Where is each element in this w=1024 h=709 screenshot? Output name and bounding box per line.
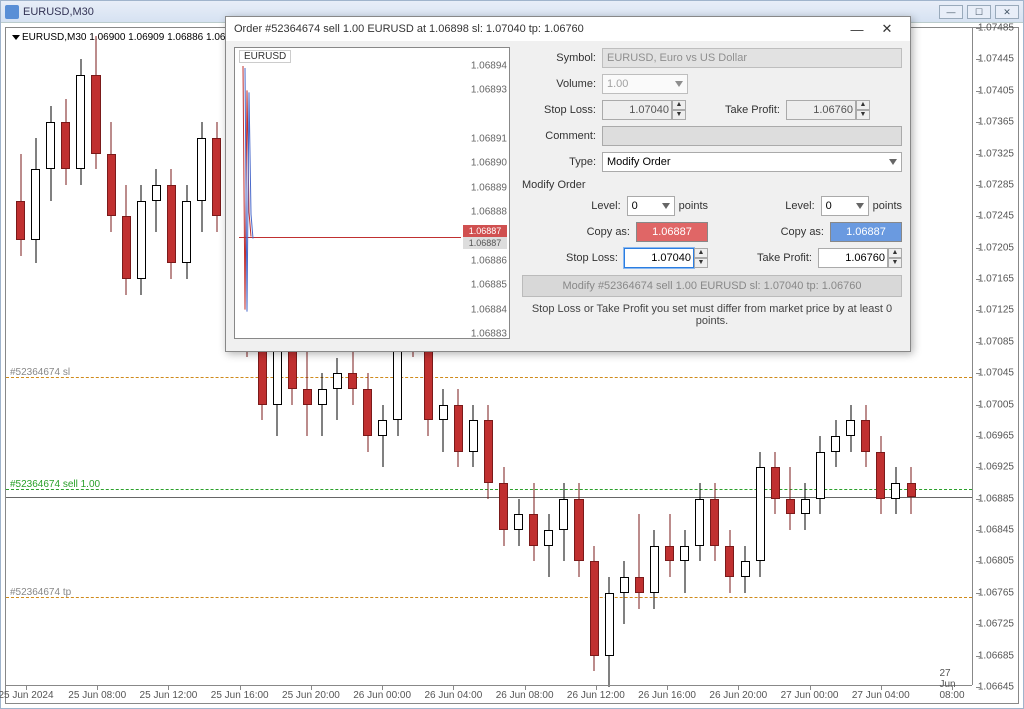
- x-axis: 25 Jun 202425 Jun 08:0025 Jun 12:0025 Ju…: [6, 685, 972, 703]
- comment-input: [602, 126, 902, 146]
- sl-line[interactable]: #52364674 sl: [6, 377, 972, 378]
- comment-label: Comment:: [522, 130, 602, 142]
- points-right: points: [873, 200, 902, 212]
- tp-down-button[interactable]: ▼: [888, 258, 902, 268]
- tp-spinner[interactable]: ▲▼: [818, 248, 902, 268]
- dialog-title: Order #52364674 sell 1.00 EURUSD at 1.06…: [234, 23, 584, 35]
- entry-label: #52364674 sell 1.00: [10, 479, 100, 490]
- symbol-label: Symbol:: [522, 52, 602, 64]
- takeprofit-label: Take Profit:: [706, 104, 786, 116]
- level-right-select[interactable]: 0: [821, 196, 869, 216]
- section-title: Modify Order: [522, 179, 902, 191]
- copy-ask-button[interactable]: 1.06887: [830, 222, 902, 242]
- sl-spinner[interactable]: ▲▼: [624, 248, 708, 268]
- points-left: points: [679, 200, 708, 212]
- level-left-select[interactable]: 0: [627, 196, 675, 216]
- app-icon: [5, 5, 19, 19]
- sl-edit-label: Stop Loss:: [566, 252, 624, 264]
- type-select[interactable]: Modify Order: [602, 152, 902, 172]
- level-right-label: Level:: [785, 200, 820, 212]
- y-axis: 1.074851.074451.074051.073651.073251.072…: [972, 28, 1018, 685]
- tp-input[interactable]: [818, 248, 888, 268]
- copyas-left-label: Copy as:: [587, 226, 636, 238]
- type-label: Type:: [522, 156, 602, 168]
- dialog-minimize-button[interactable]: —: [842, 19, 872, 39]
- sl-label: #52364674 sl: [10, 367, 70, 378]
- stoploss-label: Stop Loss:: [522, 104, 602, 116]
- tp-up-button[interactable]: ▲: [888, 248, 902, 258]
- order-dialog[interactable]: Order #52364674 sell 1.00 EURUSD at 1.06…: [225, 16, 911, 352]
- sl-input[interactable]: [624, 248, 694, 268]
- symbol-select: EURUSD, Euro vs US Dollar: [602, 48, 902, 68]
- entry-line[interactable]: #52364674 sell 1.00: [6, 489, 972, 490]
- dialog-close-button[interactable]: ✕: [872, 19, 902, 39]
- stoploss-input-ro: [602, 100, 672, 120]
- takeprofit-spinner-ro: ▲▼: [786, 100, 870, 120]
- volume-label: Volume:: [522, 78, 602, 90]
- sl-up-button[interactable]: ▲: [694, 248, 708, 258]
- warning-text: Stop Loss or Take Profit you set must di…: [522, 303, 902, 327]
- order-form: Symbol: EURUSD, Euro vs US Dollar Volume…: [522, 47, 902, 339]
- tp-edit-label: Take Profit:: [757, 252, 818, 264]
- volume-select: 1.00: [602, 74, 688, 94]
- stoploss-spinner-ro: ▲▼: [602, 100, 686, 120]
- window-close-button[interactable]: ✕: [995, 5, 1019, 19]
- takeprofit-input-ro: [786, 100, 856, 120]
- copyas-right-label: Copy as:: [781, 226, 830, 238]
- last-price-line: 1.06887: [6, 497, 972, 498]
- mini-tick-chart[interactable]: EURUSD 1.068941.068931.068911.068901.068…: [234, 47, 510, 339]
- window-maximize-button[interactable]: ☐: [967, 5, 991, 19]
- sl-down-button[interactable]: ▼: [694, 258, 708, 268]
- window-title: EURUSD,M30: [23, 6, 94, 18]
- mini-symbol: EURUSD: [239, 50, 291, 63]
- tp-line[interactable]: #52364674 tp: [6, 597, 972, 598]
- modify-button[interactable]: Modify #52364674 sell 1.00 EURUSD sl: 1.…: [522, 275, 902, 297]
- level-left-label: Level:: [591, 200, 626, 212]
- tp-label: #52364674 tp: [10, 587, 71, 598]
- window-minimize-button[interactable]: —: [939, 5, 963, 19]
- copy-bid-button[interactable]: 1.06887: [636, 222, 708, 242]
- dialog-titlebar[interactable]: Order #52364674 sell 1.00 EURUSD at 1.06…: [226, 17, 910, 41]
